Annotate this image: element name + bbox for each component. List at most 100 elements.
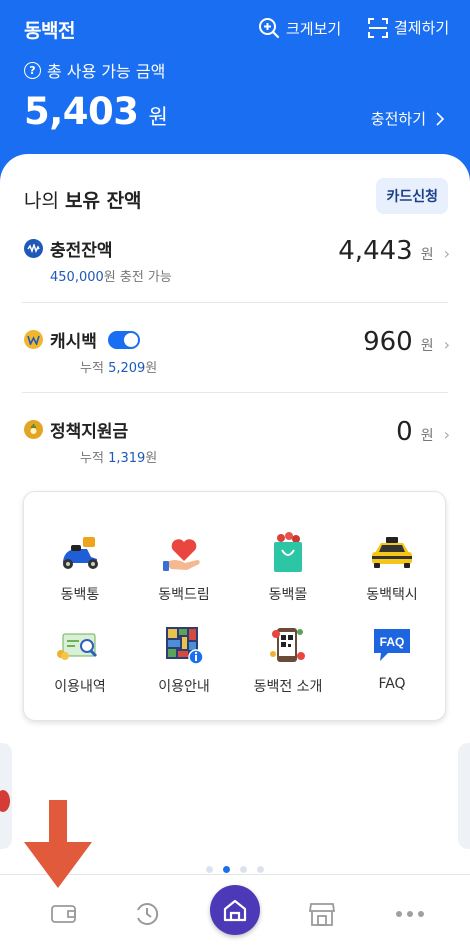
menu-item-dongbaekdream[interactable]: 동백드림 (134, 530, 234, 604)
cashback-title: 캐시백 (24, 327, 140, 352)
phone-qr-icon (265, 622, 311, 668)
heart-hand-icon (161, 530, 207, 576)
menu-label: 동백몰 (268, 587, 308, 603)
scooter-icon (57, 530, 103, 576)
store-icon (308, 903, 336, 926)
pager-dot[interactable] (257, 866, 264, 873)
annotation-arrow-icon (24, 800, 92, 888)
policy-fund-amount: 0 원 › (396, 417, 450, 447)
taxi-icon (369, 530, 415, 576)
chevron-right-icon: › (443, 335, 450, 354)
card-apply-button[interactable]: 카드신청 (376, 178, 448, 214)
nav-store[interactable] (302, 899, 342, 929)
nav-home[interactable] (210, 885, 260, 935)
app-title: 동백전 (24, 20, 75, 42)
zoom-button[interactable]: 크게보기 (258, 17, 341, 39)
nav-more[interactable] (390, 899, 430, 929)
nav-history[interactable] (127, 899, 167, 929)
charged-amount-unit: 원 (420, 247, 434, 263)
cashback-row[interactable]: 캐시백 누적 5,209원 960 원 › (24, 327, 450, 417)
wallet-icon (51, 905, 76, 923)
policy-fund-amount-unit: 원 (420, 428, 434, 444)
cashback-amount-value: 960 (363, 327, 413, 357)
divider (22, 392, 448, 393)
available-text: 총 사용 가능 금액 (47, 62, 166, 81)
shopping-bag-icon (265, 530, 311, 576)
policy-fund-amount-value: 0 (396, 417, 413, 447)
cashback-amount: 960 원 › (363, 327, 450, 357)
menu-label: 이용내역 (54, 679, 106, 695)
holdings-title-bold: 보유 잔액 (65, 190, 142, 212)
guide-map-icon (161, 622, 207, 668)
acorn-coin-icon (24, 420, 43, 439)
balance-unit: 원 (148, 105, 168, 129)
faq-bubble-icon: FAQ (369, 622, 415, 668)
policy-fund-accumulated: 누적 1,319원 (80, 447, 157, 466)
available-amount-label: ? 총 사용 가능 금액 (24, 58, 165, 82)
policy-fund-accumulated-prefix: 누적 (80, 451, 109, 466)
chevron-right-icon (436, 111, 444, 126)
menu-item-usage-history[interactable]: 이용내역 (30, 622, 130, 696)
cashback-coin-icon (24, 330, 43, 349)
menu-item-faq[interactable]: FAQ FAQ (342, 622, 442, 692)
cashback-toggle[interactable] (107, 330, 140, 349)
cashback-accumulated: 누적 5,209원 (80, 357, 157, 376)
wave-coin-icon (24, 239, 43, 258)
menu-item-dongbaektaxi[interactable]: 동백택시 (342, 530, 442, 604)
charge-limit-suffix: 원 충전 가능 (103, 270, 172, 285)
menu-label: 이용안내 (158, 679, 210, 695)
carousel-next-peek[interactable] (458, 743, 470, 849)
charged-balance-label: 충전잔액 (50, 241, 113, 261)
help-icon[interactable]: ? (24, 61, 41, 79)
holdings-title-prefix: 나의 (24, 190, 65, 212)
pay-button[interactable]: 결제하기 (368, 17, 449, 38)
holdings-title: 나의 보유 잔액 (24, 186, 142, 213)
cashback-accumulated-suffix: 원 (145, 361, 158, 376)
menu-label: FAQ (378, 676, 406, 692)
pager-dot[interactable] (240, 866, 247, 873)
more-icon (396, 911, 424, 917)
policy-fund-accumulated-value: 1,319 (108, 451, 146, 466)
header: 동백전 크게보기 결제하기 ? 총 사용 가능 금액 5,403 원 충전하기 (0, 0, 470, 170)
menu-label: 동백전 소개 (253, 679, 323, 695)
service-menu: 동백통 동백드림 동백몰 동백택시 이용내역 이용안내 동백전 소개 FAQ F… (23, 491, 446, 721)
zoom-label: 크게보기 (286, 19, 342, 38)
charged-amount-value: 4,443 (338, 236, 413, 266)
charge-limit-text: 450,000원 충전 가능 (50, 266, 172, 285)
menu-label: 동백택시 (366, 587, 418, 603)
pager-dot[interactable] (206, 866, 213, 873)
zoom-in-icon (259, 18, 280, 39)
charged-amount: 4,443 원 › (338, 236, 450, 266)
scan-icon (368, 17, 388, 38)
cashback-label: 캐시백 (50, 332, 97, 352)
policy-fund-label: 정책지원금 (50, 422, 129, 442)
menu-item-usage-guide[interactable]: 이용안내 (134, 622, 234, 696)
charge-limit-value: 450,000 (50, 270, 104, 285)
balance-value: 5,403 (24, 90, 139, 133)
menu-label: 동백드림 (158, 587, 210, 603)
policy-fund-accumulated-suffix: 원 (145, 451, 158, 466)
charge-button[interactable]: 충전하기 (371, 108, 444, 129)
divider (22, 302, 448, 303)
history-icon (137, 903, 159, 925)
menu-item-dongbaekmall[interactable]: 동백몰 (238, 530, 338, 604)
chevron-right-icon: › (443, 244, 450, 263)
total-balance: 5,403 원 (24, 90, 168, 133)
charge-label: 충전하기 (370, 110, 426, 128)
menu-item-introduction[interactable]: 동백전 소개 (238, 622, 338, 696)
policy-fund-title: 정책지원금 (24, 417, 128, 442)
charged-balance-row[interactable]: 충전잔액 450,000원 충전 가능 4,443 원 › (24, 236, 450, 326)
home-icon (223, 899, 247, 922)
nav-wallet[interactable] (44, 899, 84, 929)
menu-item-dongbaektong[interactable]: 동백통 (30, 530, 130, 604)
cashback-amount-unit: 원 (420, 338, 434, 354)
pager-dot-active[interactable] (223, 866, 230, 873)
menu-label: 동백통 (60, 587, 100, 603)
receipt-search-icon (57, 622, 103, 668)
chevron-right-icon: › (443, 425, 450, 444)
pay-label: 결제하기 (394, 19, 450, 37)
cashback-accumulated-prefix: 누적 (80, 361, 109, 376)
charged-balance-title: 충전잔액 (24, 236, 113, 261)
cashback-accumulated-value: 5,209 (108, 361, 146, 376)
faq-icon-text: FAQ (380, 635, 405, 649)
